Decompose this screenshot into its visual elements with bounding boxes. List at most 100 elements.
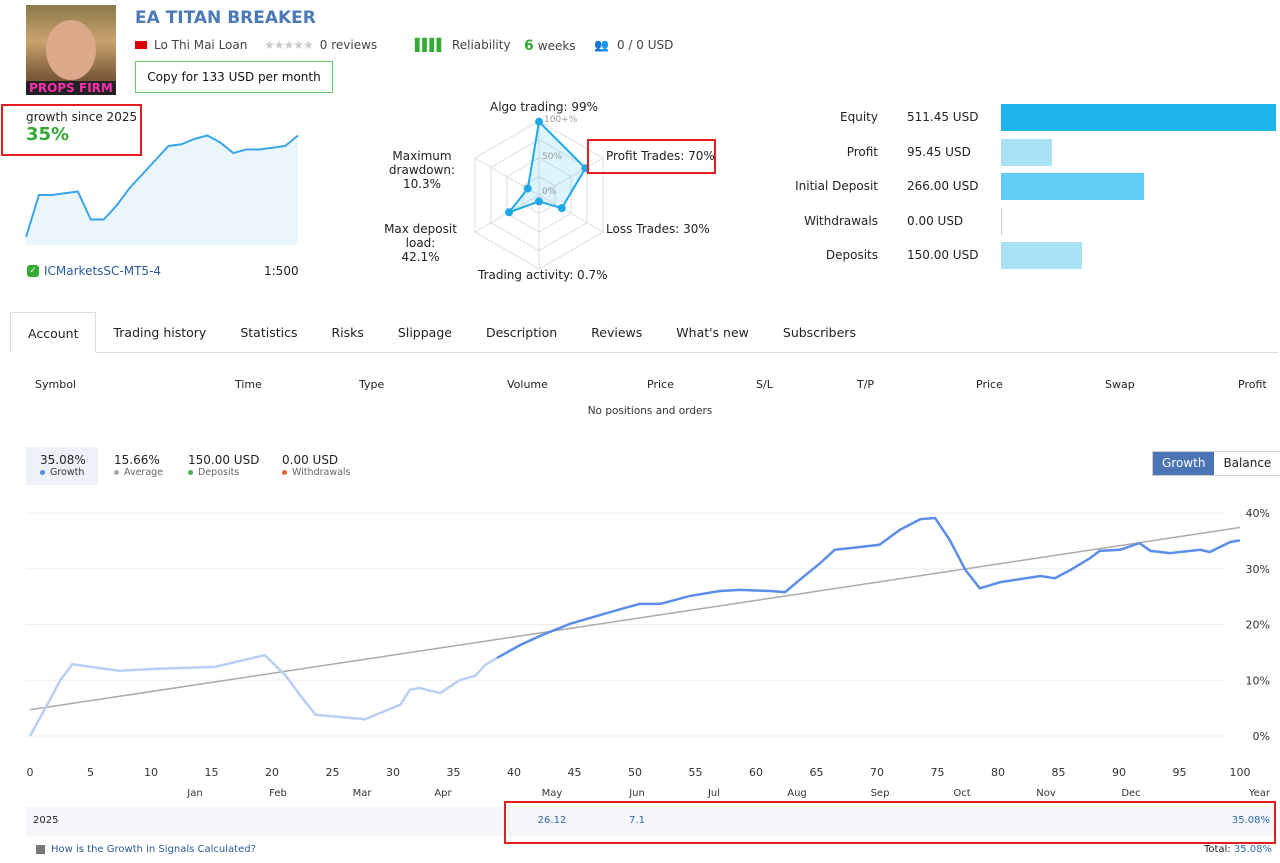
stat-average[interactable]: 15.66% Average xyxy=(100,447,175,485)
radar-scale-100: 100+% xyxy=(544,115,578,125)
subscribers: 👥 0 / 0 USD xyxy=(594,38,674,52)
balance-bar xyxy=(1001,242,1082,269)
tab-statistics[interactable]: Statistics xyxy=(223,312,314,353)
tab-subscribers[interactable]: Subscribers xyxy=(766,312,873,353)
growth-toggle[interactable]: Growth xyxy=(1153,452,1215,475)
y-tick-label: 40% xyxy=(1246,507,1270,520)
balance-value: 150.00 USD xyxy=(907,248,979,262)
stat-withdrawals[interactable]: 0.00 USD Withdrawals xyxy=(268,447,363,485)
month-header: Feb xyxy=(269,788,287,799)
col-profit: Profit xyxy=(1238,378,1267,391)
tab-bar: Account Trading history Statistics Risks… xyxy=(10,312,1278,353)
month-header: Jun xyxy=(629,788,645,799)
shield-check-icon: ✓ xyxy=(27,265,39,277)
col-volume: Volume xyxy=(507,378,548,391)
radar-chart xyxy=(474,117,604,270)
x-tick-label: 100 xyxy=(1230,766,1251,779)
chart-toggle: Growth Balance xyxy=(1152,451,1280,476)
radar-point xyxy=(557,204,566,213)
y-tick-label: 10% xyxy=(1246,674,1270,687)
radar-point xyxy=(523,184,532,193)
reliability: ▌▌▌▌ Reliability xyxy=(415,38,511,52)
x-tick-label: 70 xyxy=(870,766,884,779)
signal-title[interactable]: EA TITAN BREAKER xyxy=(135,8,316,28)
balance-label: Equity xyxy=(840,110,878,124)
tab-trading-history[interactable]: Trading history xyxy=(96,312,223,353)
x-tick-label: 50 xyxy=(628,766,642,779)
x-tick-label: 5 xyxy=(87,766,94,779)
stars-icon: ★★★★★ xyxy=(264,38,314,52)
radar-scale-50: 50% xyxy=(542,152,563,162)
tab-risks[interactable]: Risks xyxy=(314,312,380,353)
month-header: Dec xyxy=(1121,788,1141,799)
balance-toggle[interactable]: Balance xyxy=(1214,452,1280,475)
x-tick-label: 15 xyxy=(205,766,219,779)
x-tick-label: 30 xyxy=(386,766,400,779)
x-tick-label: 20 xyxy=(265,766,279,779)
month-header: Sep xyxy=(870,788,890,799)
radar-load: Max deposit load: 42.1% xyxy=(384,222,457,264)
month-header: Mar xyxy=(352,788,372,799)
server-link[interactable]: ✓ ICMarketsSC-MT5-4 xyxy=(27,264,161,278)
tab-whats-new[interactable]: What's new xyxy=(659,312,766,353)
balance-bar xyxy=(1001,207,1002,235)
tab-slippage[interactable]: Slippage xyxy=(381,312,469,353)
growth-label: growth since 2025 xyxy=(26,110,138,124)
leverage: 1:500 xyxy=(264,264,299,278)
radar-point xyxy=(535,117,543,126)
stat-deposits[interactable]: 150.00 USD Deposits xyxy=(174,447,271,485)
balance-bar xyxy=(1001,138,1053,166)
x-tick-label: 60 xyxy=(749,766,763,779)
balance-value: 95.45 USD xyxy=(907,144,971,159)
col-symbol: Symbol xyxy=(35,378,76,391)
col-price-2: Price xyxy=(976,378,1003,391)
author[interactable]: Lo Thi Mai Loan xyxy=(135,38,247,52)
growth-chart: 0% 10% 20% 30% 40% 0 5 10 15 20 25 30 35 40 45 50 55 60 65… xyxy=(26,507,1270,779)
stat-growth[interactable]: 35.08% Growth xyxy=(26,447,98,485)
signal-avatar: PROPS FIRM xyxy=(26,5,116,95)
reliability-bars-icon: ▌▌▌▌ xyxy=(415,38,446,52)
x-tick-label: 80 xyxy=(991,766,1005,779)
trend-line xyxy=(29,526,1241,711)
balance-bar xyxy=(1001,173,1145,200)
tab-account[interactable]: Account xyxy=(10,312,97,353)
x-tick-label: 65 xyxy=(810,766,824,779)
radar-loss: Loss Trades: 30% xyxy=(606,222,710,236)
y-tick-label: 20% xyxy=(1246,619,1270,632)
balance-bar xyxy=(1001,104,1276,131)
copy-button[interactable]: Copy for 133 USD per month xyxy=(135,61,333,93)
balance-value: 266.00 USD xyxy=(907,179,979,193)
balance-label: Withdrawals xyxy=(804,213,878,228)
balance-label: Profit xyxy=(846,144,878,159)
x-tick-label: 90 xyxy=(1112,766,1126,779)
col-sl: S/L xyxy=(756,378,773,391)
rating[interactable]: ★★★★★ 0 reviews xyxy=(264,38,377,52)
growth-help-link[interactable]: How is the Growth in Signals Calculated? xyxy=(36,844,256,855)
users-icon: 👥 xyxy=(594,38,609,52)
x-tick-label: 25 xyxy=(326,766,340,779)
balance-label: Deposits xyxy=(825,248,878,262)
x-tick-label: 95 xyxy=(1173,766,1187,779)
balance-label: Initial Deposit xyxy=(795,179,878,193)
y-tick-label: 30% xyxy=(1246,563,1270,576)
col-tp: T/P xyxy=(857,378,875,391)
y-tick-label: 0% xyxy=(1253,730,1270,743)
month-value: 35.08% xyxy=(1231,815,1270,826)
month-header: Apr xyxy=(434,788,452,799)
info-icon xyxy=(36,845,45,854)
radar-algo: Algo trading: 99% xyxy=(490,100,599,114)
month-header: Aug xyxy=(787,788,807,799)
tab-description[interactable]: Description xyxy=(469,312,574,353)
growth-sparkline xyxy=(25,134,299,245)
empty-positions: No positions and orders xyxy=(587,405,713,417)
year-label: 2025 xyxy=(33,815,59,826)
growth-line-early xyxy=(28,653,498,737)
month-header: Jan xyxy=(187,788,203,799)
tab-reviews[interactable]: Reviews xyxy=(574,312,659,353)
month-header: Year xyxy=(1248,788,1270,799)
x-tick-label: 0 xyxy=(27,766,34,779)
month-value: 26.12 xyxy=(537,815,567,826)
x-tick-label: 10 xyxy=(144,766,158,779)
month-header: May xyxy=(541,788,563,799)
col-swap: Swap xyxy=(1105,378,1135,391)
